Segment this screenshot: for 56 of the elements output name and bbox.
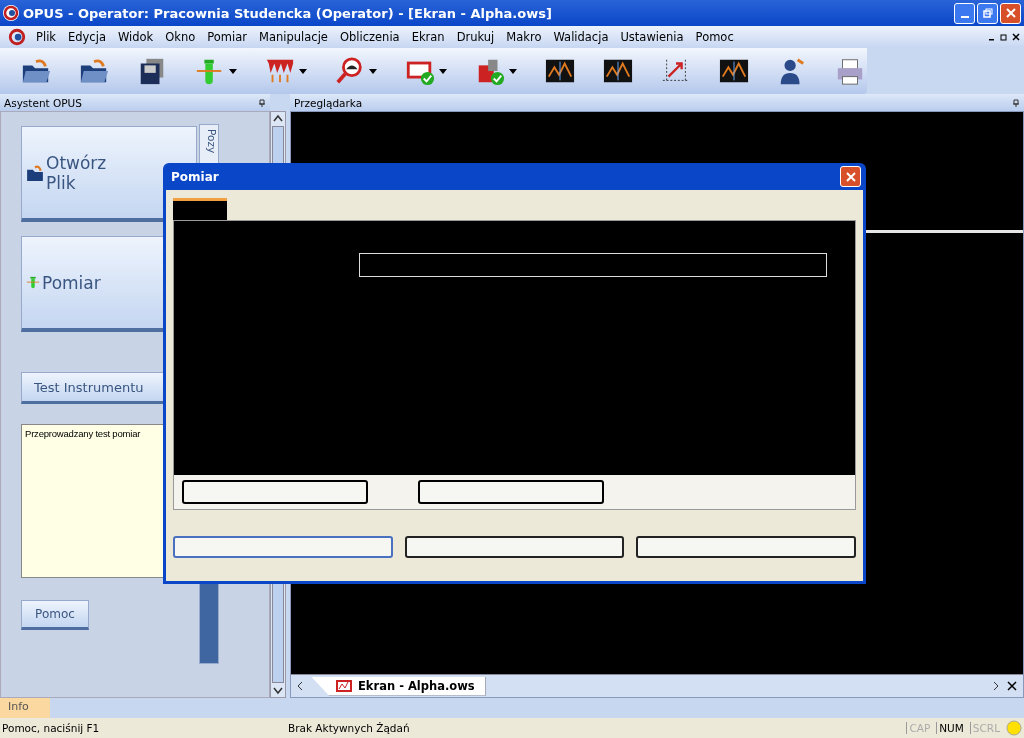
- printer-icon: [835, 56, 865, 86]
- menu-item[interactable]: Pomoc: [689, 30, 740, 44]
- scroll-down-icon[interactable]: [273, 687, 283, 695]
- close-icon: [845, 171, 856, 182]
- document-tab-label: Ekran - Alpha.ows: [358, 678, 475, 693]
- dialog-button[interactable]: [404, 536, 625, 558]
- menu-item[interactable]: Pomiar: [201, 30, 254, 44]
- dialog-button[interactable]: [636, 536, 856, 558]
- status-text: Brak Aktywnych Żądań: [288, 722, 410, 734]
- window-title: OPUS - Operator: Pracownia Studencka (Operator) - [Ekran - Alpha.ows]: [23, 5, 553, 21]
- minimize-button[interactable]: [954, 2, 975, 24]
- close-icon[interactable]: [1012, 33, 1020, 41]
- close-button[interactable]: [1000, 2, 1021, 24]
- chart-icon: [336, 679, 352, 692]
- document-tab[interactable]: Ekran - Alpha.ows: [311, 676, 486, 696]
- menu-item[interactable]: Makro: [500, 30, 548, 44]
- menu-item[interactable]: Obliczenia: [333, 30, 406, 44]
- menu-item[interactable]: Plik: [30, 30, 62, 44]
- status-light-icon: [1006, 720, 1022, 736]
- info-tab[interactable]: Info: [0, 698, 50, 718]
- pin-icon[interactable]: [1012, 98, 1020, 107]
- menu-item[interactable]: Edycja: [62, 30, 112, 44]
- minimize-icon: [960, 16, 969, 18]
- panel-title: Przeglądarka: [294, 96, 363, 109]
- scroll-up-icon[interactable]: [273, 114, 283, 122]
- close-icon[interactable]: [1007, 681, 1017, 691]
- menu-item[interactable]: Widok: [111, 30, 160, 44]
- key-indicator: SCRL: [969, 722, 1002, 734]
- menu-item[interactable]: Okno: [159, 30, 202, 44]
- close-button[interactable]: [840, 166, 861, 187]
- menu-item[interactable]: Drukuj: [450, 30, 501, 44]
- menu-item[interactable]: Walidacja: [547, 30, 615, 44]
- logo-icon: [8, 28, 26, 46]
- status-text: Pomoc, naciśnij F1: [2, 722, 101, 734]
- menu-item[interactable]: Ustawienia: [614, 30, 690, 44]
- key-indicator: CAP: [906, 722, 933, 734]
- restore-icon[interactable]: [1000, 33, 1008, 41]
- close-icon: [1005, 8, 1016, 18]
- magnifier-icon: [335, 56, 365, 86]
- dialog-button[interactable]: [182, 480, 368, 504]
- input-field[interactable]: [359, 253, 827, 277]
- menu-item[interactable]: Ekran: [405, 30, 451, 44]
- scroll-left-icon[interactable]: [297, 681, 303, 691]
- test-tube-icon: [26, 274, 40, 291]
- restore-icon: [982, 8, 993, 18]
- panel-title: Asystent OPUS: [4, 96, 82, 109]
- dialog-button[interactable]: [418, 480, 604, 504]
- restore-button[interactable]: [977, 2, 998, 24]
- folder-icon: [26, 163, 44, 182]
- pin-icon[interactable]: [258, 98, 266, 107]
- help-button[interactable]: Pomoc: [21, 600, 89, 630]
- note-text: Przeprowadzany test pomiar: [25, 428, 141, 439]
- menu-item[interactable]: Manipulacje: [253, 30, 334, 44]
- key-indicator: NUM: [936, 722, 966, 734]
- logo-icon: [3, 5, 19, 21]
- scroll-right-icon[interactable]: [993, 681, 999, 691]
